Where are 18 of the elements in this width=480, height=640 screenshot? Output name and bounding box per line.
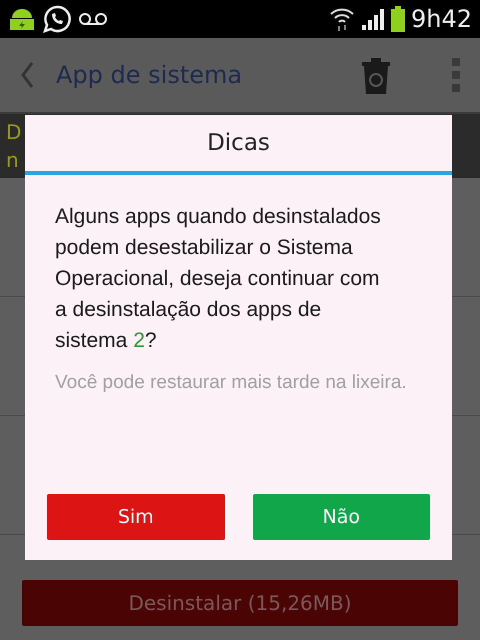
clock: 9h42 <box>410 5 472 33</box>
more-options-icon[interactable] <box>452 58 460 92</box>
screen-title: App de sistema <box>56 61 244 89</box>
dialog-note: Você pode restaurar mais tarde na lixeira. <box>55 371 408 395</box>
chat-bubble-icon <box>42 4 72 34</box>
banner-text: n <box>6 149 19 171</box>
signal-icon <box>360 8 385 30</box>
no-button[interactable]: Não <box>252 494 430 540</box>
dialog-title: Dicas <box>206 129 271 158</box>
uninstall-button[interactable]: Desinstalar (15,26MB) <box>22 580 458 626</box>
dialog-message: Alguns apps quando desinstalados podem desestabilizar o Sistema Operacional, deseja continuar com a desinstalação dos apps de sistema 2? <box>55 204 382 354</box>
battery-icon <box>390 6 405 32</box>
yes-button[interactable]: Sim <box>47 494 224 540</box>
trash-icon[interactable] <box>362 56 390 94</box>
wifi-icon <box>328 6 355 32</box>
banner-text: D <box>6 121 22 143</box>
voicemail-icon <box>78 12 108 26</box>
back-icon[interactable] <box>20 61 34 89</box>
